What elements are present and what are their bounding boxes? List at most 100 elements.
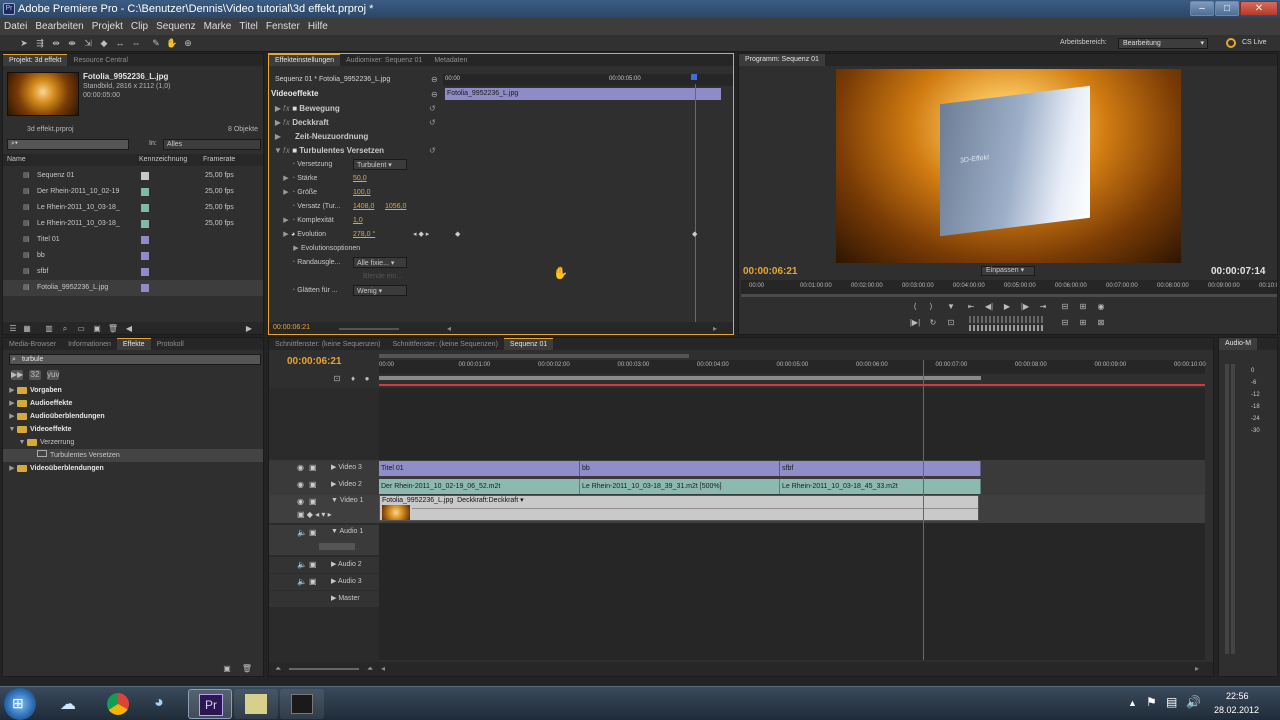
menu-fenster[interactable]: Fenster (262, 18, 304, 35)
work-area-bar[interactable] (379, 376, 981, 380)
versetzung-select[interactable]: Turbulent ▾ (353, 159, 407, 170)
project-item[interactable]: ▤ Sequenz 01 25,00 fps (3, 168, 263, 184)
tray-expand-icon[interactable]: ▲ (1128, 698, 1137, 708)
delete-icon[interactable]: 🗑 (107, 324, 119, 334)
menu-hilfe[interactable]: Hilfe (304, 18, 332, 35)
selection-tool-icon[interactable]: ➤ (18, 37, 30, 49)
display-style-icon[interactable]: ▣ ◆ ◂ ▾ ▸ (297, 510, 332, 519)
tab-media-browser[interactable]: Media-Browser (3, 339, 62, 350)
track-video-2[interactable]: ◉ ▣ ▶ Video 2 Der Rhein-2011_10_02-19_06… (269, 478, 1205, 495)
audio-keyframe-bar[interactable] (319, 543, 355, 550)
taskbar-app3[interactable]: ◕ (142, 689, 186, 719)
tab-info[interactable]: Informationen (62, 339, 117, 350)
add-marker-icon[interactable]: ● (361, 374, 373, 384)
fit-select[interactable]: Einpassen ▾ (981, 266, 1035, 276)
opacity-dropdown[interactable]: Deckkraft:Deckkraft (457, 497, 518, 504)
pen-tool-icon[interactable]: ✎ (150, 37, 162, 49)
track-audio-3[interactable]: 🔈 ▣ ▶ Audio 3 (269, 574, 379, 590)
scroll-left-icon[interactable]: ◀ (123, 324, 135, 334)
clip-fotolia[interactable]: Fotolia_9952236_L.jpg Deckkraft:Deckkraf… (379, 495, 979, 521)
go-to-out-icon[interactable]: ⇥ (1037, 302, 1049, 312)
effects-tree-item[interactable]: ▶ Audioüberblendungen (3, 410, 263, 423)
speaker-icon[interactable]: 🔈 (297, 528, 307, 537)
track-master[interactable]: ▶ Master (269, 591, 379, 607)
find-icon[interactable]: ⌕ (59, 324, 71, 334)
rate-stretch-tool-icon[interactable]: ⇲ (82, 37, 94, 49)
taskbar-messenger[interactable]: ☁ (48, 689, 92, 719)
taskbar-chrome[interactable] (96, 689, 140, 719)
volume-icon[interactable]: 🔊 (1186, 695, 1201, 709)
clock-time[interactable]: 22:56 (1226, 691, 1249, 701)
effects-tree-item[interactable]: ▼ Verzerrung (3, 436, 263, 449)
output-icon[interactable]: ⊠ (1095, 318, 1107, 328)
eye-icon[interactable]: ◉ (297, 497, 304, 506)
speaker-icon[interactable]: 🔈 (297, 560, 307, 569)
program-work-area[interactable] (741, 294, 1277, 297)
scroll-left-icon[interactable]: ◂ (447, 324, 451, 333)
zoom-out-icon[interactable]: ⏶ (275, 664, 281, 674)
column-framerate[interactable]: Framerate (203, 154, 235, 166)
effects-tree-item[interactable]: ▶ Audioeffekte (3, 397, 263, 410)
32bit-effects-icon[interactable]: 32 (29, 370, 41, 380)
set-marker-icon[interactable]: ▼ (945, 302, 957, 312)
timeline-ruler[interactable]: 00:00 00:00:01:00 00:00:02:00 00:00:03:00 00… (379, 360, 1206, 374)
eye-icon[interactable]: ◉ (297, 463, 304, 472)
project-item[interactable]: ▤ Le Rhein-2011_10_03-18_ 25,00 fps (3, 200, 263, 216)
clip-sfbf[interactable]: sfbf (780, 461, 981, 476)
jog-wheel[interactable] (969, 325, 1045, 331)
list-view-icon[interactable]: ☰ (7, 324, 19, 334)
expand-icon[interactable]: ▶ (7, 462, 17, 475)
clip-bb[interactable]: bb (580, 461, 780, 476)
collapse-icon[interactable]: ▼ (7, 423, 17, 436)
flag-icon[interactable]: ⚑ (1146, 695, 1157, 709)
icon-view-icon[interactable]: ▦ (21, 324, 33, 334)
randausgleich-select[interactable]: Alle fixie... ▾ (353, 257, 407, 268)
export-frame-icon[interactable]: ◉ (1095, 302, 1107, 312)
lock-icon[interactable]: ▣ (309, 560, 317, 569)
track-audio-2[interactable]: 🔈 ▣ ▶ Audio 2 (269, 557, 379, 573)
new-item-icon[interactable]: ▣ (91, 324, 103, 334)
new-folder-icon[interactable]: ▣ (221, 664, 233, 674)
overlay-icon[interactable]: ⊞ (1077, 318, 1089, 328)
safe-margins-icon[interactable]: ⊡ (945, 318, 957, 328)
multicam-icon[interactable]: ⊟ (1059, 318, 1071, 328)
timeline-zoom-slider[interactable] (289, 668, 359, 670)
timeline-playhead[interactable] (923, 360, 924, 660)
tab-sequence-01[interactable]: Sequenz 01 (503, 338, 554, 350)
clip-rhein-3[interactable]: Le Rhein-2011_10_03-18_45_33.m2t (780, 479, 981, 494)
project-item[interactable]: ▤ Titel 01 (3, 232, 263, 248)
menu-datei[interactable]: Datei (0, 18, 31, 35)
video-effects-menu-icon[interactable]: ⊖ (431, 90, 438, 99)
track-select-tool-icon[interactable]: ⇶ (34, 37, 46, 49)
stopwatch-icon[interactable]: ◔ (291, 189, 295, 196)
speaker-icon[interactable]: 🔈 (297, 577, 307, 586)
stopwatch-icon[interactable]: ◔ (291, 175, 295, 182)
zoom-tool-icon[interactable]: ⊕ (182, 37, 194, 49)
timeline-zoom-bar[interactable] (379, 354, 689, 358)
play-in-to-out-icon[interactable]: |▶| (909, 318, 921, 328)
tab-audio-mixer[interactable]: Audiomixer: Sequenz 01 (340, 55, 428, 66)
in-filter-select[interactable]: Alles (163, 139, 261, 150)
delete-icon[interactable]: 🗑 (241, 664, 253, 674)
hand-tool-icon[interactable]: ✋ (166, 37, 178, 49)
stopwatch-icon[interactable]: ◔ (291, 259, 295, 266)
menu-marke[interactable]: Marke (200, 18, 236, 35)
rolling-edit-tool-icon[interactable]: ⇼ (66, 37, 78, 49)
stopwatch-icon[interactable]: ◔ (291, 203, 295, 210)
menu-titel[interactable]: Titel (235, 18, 262, 35)
tab-effect-controls[interactable]: Effekteinstellungen (269, 54, 341, 66)
expand-icon[interactable]: ▶ (7, 384, 17, 397)
effect-playhead-marker[interactable] (691, 74, 697, 80)
cs-live-button[interactable]: CS Live (1242, 39, 1267, 46)
scroll-left-icon[interactable]: ◂ (381, 664, 385, 673)
effects-tree-item[interactable]: ▶ Vorgaben (3, 384, 263, 397)
tab-audio-meter[interactable]: Audio-M (1219, 338, 1258, 350)
eye-icon[interactable]: ◉ (297, 480, 304, 489)
stopwatch-icon[interactable]: ◔ (291, 161, 295, 168)
lock-icon[interactable]: ▣ (309, 577, 317, 586)
toggle-timeline-view-icon[interactable]: ⊖ (431, 75, 438, 84)
project-item[interactable]: ▤ Fotolia_9952236_L.jpg (3, 280, 263, 296)
snap-icon[interactable]: ⊡ (331, 374, 343, 384)
marker-icon[interactable]: ♦ (347, 374, 359, 384)
stopwatch-active-icon[interactable]: ◕ (291, 231, 295, 238)
